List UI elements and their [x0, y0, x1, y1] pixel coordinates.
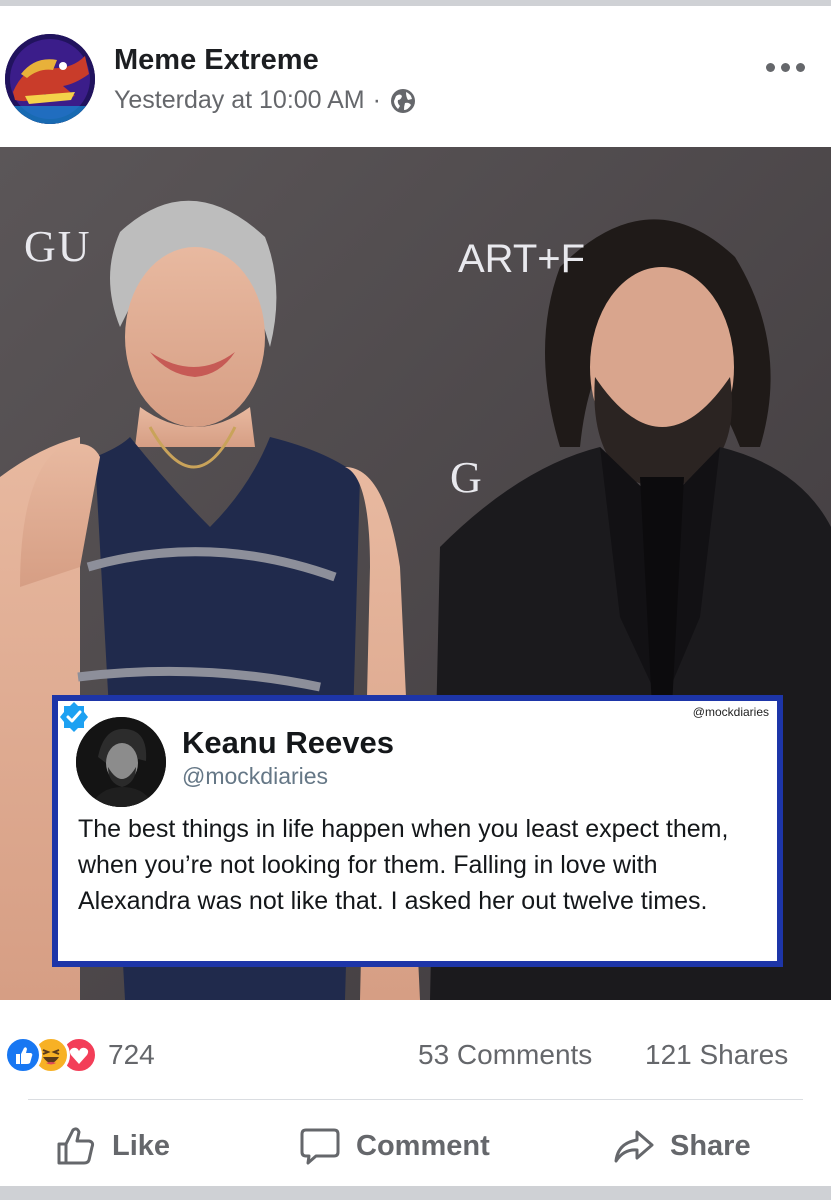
globe-icon	[390, 88, 415, 113]
tweet-text: The best things in life happen when you …	[78, 815, 729, 915]
share-button[interactable]: Share	[612, 1118, 751, 1174]
tweet-display-name: Keanu Reeves	[182, 725, 394, 760]
more-dot-icon	[795, 62, 805, 72]
post-meta: Yesterday at 10:00 AM ·	[114, 86, 417, 115]
backdrop-text: ART+F	[458, 237, 586, 281]
divider	[28, 1099, 803, 1100]
post-photo[interactable]: GU ART+F G @mockdiaries Keanu Reeves @mo…	[0, 147, 831, 1000]
backdrop-text: GU	[24, 222, 92, 271]
like-reaction-icon	[4, 1036, 42, 1074]
like-button[interactable]: Like	[54, 1118, 170, 1174]
tweet-handle: @mockdiaries	[182, 763, 329, 789]
comment-label: Comment	[356, 1129, 490, 1162]
backdrop-text: G	[450, 453, 484, 502]
tweet-overlay: @mockdiaries Keanu Reeves @mockdiaries T…	[52, 695, 783, 967]
page-name[interactable]: Meme Extreme	[114, 44, 319, 77]
verified-badge-icon	[60, 702, 88, 732]
bottom-separator	[0, 1186, 831, 1200]
like-label: Like	[112, 1129, 171, 1162]
comment-button[interactable]: Comment	[298, 1118, 490, 1174]
thumbs-up-icon	[57, 1127, 95, 1165]
more-dot-icon	[765, 62, 775, 72]
share-arrow-icon	[614, 1130, 654, 1163]
post-card: Meme Extreme Yesterday at 10:00 AM · GU …	[0, 6, 831, 1186]
shares-count[interactable]: 121 Shares	[645, 1039, 788, 1071]
reactions-summary[interactable]: 724	[4, 1036, 155, 1074]
post-timestamp[interactable]: Yesterday at 10:00 AM	[114, 86, 365, 115]
share-label: Share	[670, 1129, 751, 1162]
more-options-button[interactable]	[760, 52, 810, 82]
comment-icon	[300, 1128, 340, 1165]
tweet-watermark: @mockdiaries	[692, 705, 769, 719]
more-dot-icon	[780, 62, 790, 72]
reaction-count[interactable]: 724	[108, 1039, 155, 1071]
page-avatar[interactable]	[5, 34, 95, 124]
meta-separator: ·	[372, 86, 381, 114]
comments-count[interactable]: 53 Comments	[418, 1039, 592, 1071]
